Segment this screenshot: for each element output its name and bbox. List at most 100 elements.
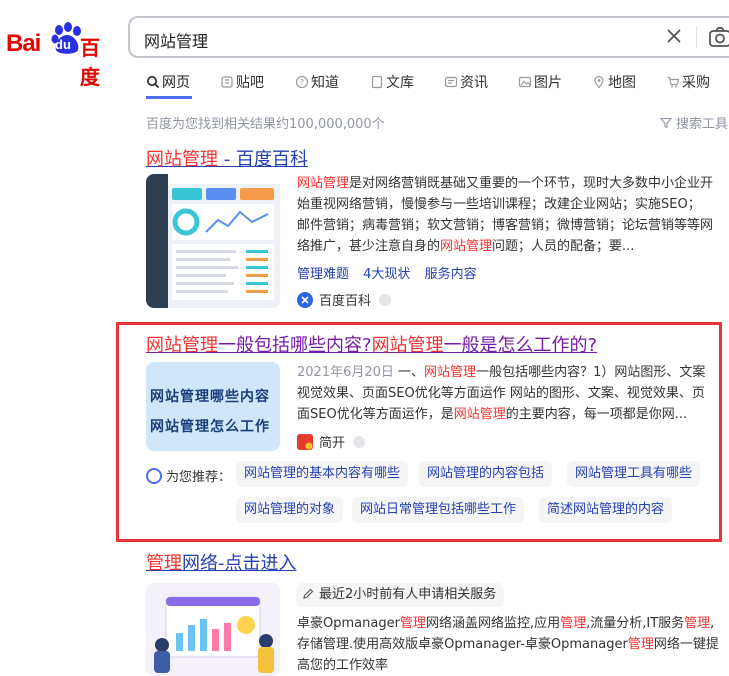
title-text: 一般包括哪些内容?: [218, 335, 372, 356]
abstract-text: 网络涵盖网络监控,应用: [425, 616, 561, 631]
text-highlight: 网站管理: [453, 407, 506, 422]
result-count: 百度为您找到相关结果约100,000,000个: [146, 117, 385, 132]
result-abstract: 网站管理是对网络营销既基础又重要的一个环节，现时大多数中小企业开 始重视网络营销…: [297, 173, 729, 257]
text-highlight: 网站管理: [424, 365, 477, 380]
source-name: 百度百科: [319, 294, 372, 309]
tab-label: 资讯: [460, 75, 488, 91]
abstract-text: 一般包括哪些内容？1）网站图形、文案: [476, 365, 706, 380]
title-text: 一般是怎么工作的?: [443, 335, 598, 356]
result-thumbnail[interactable]: 网站管理哪些内容 网站管理怎么工作: [146, 362, 280, 451]
svg-text:?: ?: [300, 78, 304, 87]
abstract-text: 邮件营销；病毒营销；软文营销；博客营销；微博营销；论坛营销等等网: [297, 218, 714, 233]
abstract-text: 网络一键提: [653, 637, 719, 652]
sublink[interactable]: 服务内容: [425, 267, 477, 282]
cart-icon: [667, 76, 680, 88]
abstract-line: 面SEO优化等方面运作，是网站管理的主要内容，每一项都是你网...: [297, 404, 729, 425]
recommend-chip[interactable]: 简述网站管理的内容: [539, 497, 673, 523]
recommend-chip[interactable]: 网站管理的基本内容有哪些: [236, 461, 409, 487]
result-title[interactable]: 网站管理一般包括哪些内容?网站管理一般是怎么工作的?: [146, 331, 597, 357]
recommend-chip[interactable]: 网站管理的对象: [236, 497, 344, 523]
title-highlight: 网站管理: [146, 335, 218, 356]
abstract-text: 一、: [393, 365, 425, 380]
title-text: 网络-点击进入: [182, 553, 297, 574]
abstract-line: 2021年6月20日 一、网站管理一般包括哪些内容？1）网站图形、文案: [297, 362, 729, 383]
tab-label: 文库: [386, 75, 414, 91]
abstract-text: 卓豪Opmanager: [297, 616, 400, 631]
result-sublinks: 管理难题 4大现状 服务内容: [297, 263, 487, 282]
abstract-line: 络推广，甚少注意自身的网站管理问题；人员的配备；要...: [297, 236, 729, 257]
result-title[interactable]: 网站管理 - 百度百科: [146, 145, 308, 171]
activity-tag: 最近2小时前有人申请相关服务: [296, 583, 505, 607]
tab-wenku[interactable]: 文库: [370, 72, 414, 92]
tab-label: 贴吧: [236, 75, 264, 91]
abstract-line: 网站管理是对网络营销既基础又重要的一个环节，现时大多数中小企业开: [297, 173, 729, 194]
abstract-text: 视觉效果、页面SEO优化等方面运作 网站的图形、文案、视觉效果、页: [297, 386, 705, 401]
tab-web[interactable]: 网页: [146, 72, 190, 92]
thumbnail-text: 网站管理怎么工作: [150, 419, 270, 435]
recommend-chip[interactable]: 网站日常管理包括哪些工作: [352, 497, 525, 523]
baidu-logo[interactable]: Bai du 百度: [6, 20, 114, 89]
logo-text-du: du: [55, 37, 71, 52]
result-thumbnail[interactable]: [146, 583, 280, 676]
result-source[interactable]: 百度百科: [297, 290, 392, 309]
tab-purchase[interactable]: 采购: [666, 72, 710, 92]
close-icon[interactable]: [664, 26, 684, 46]
abstract-line: 始重视网络营销，慢慢参与一些培训课程；改建企业网站；实施SEO；: [297, 194, 729, 215]
verified-shield-icon: [353, 435, 366, 448]
dashboard-screenshot-image: [146, 174, 280, 308]
site-icon: [297, 433, 313, 450]
result-thumbnail[interactable]: [146, 174, 280, 308]
text-highlight: 网站管理: [297, 176, 350, 191]
sublink[interactable]: 4大现状: [363, 267, 410, 282]
abstract-text: 问题；人员的配备；要...: [492, 239, 635, 254]
abstract-text: 存储管理.使用高效版卓豪Opmanager-卓豪Opmanager: [297, 637, 628, 652]
abstract-text: 高您的工作效率: [297, 658, 389, 673]
tab-label: 采购: [682, 75, 710, 91]
abstract-line: 卓豪Opmanager管理网络涵盖网络监控,应用管理,流量分析,IT服务管理,: [297, 613, 729, 634]
map-icon: [594, 75, 604, 89]
sublink[interactable]: 管理难题: [297, 267, 349, 282]
thumbnail-text: 网站管理哪些内容: [150, 389, 270, 405]
search-icon: [147, 76, 160, 89]
result-title[interactable]: 管理网络-点击进入: [146, 549, 297, 575]
verified-shield-icon: [379, 293, 392, 306]
baike-icon: [297, 291, 313, 308]
search-box[interactable]: 网站管理: [128, 16, 729, 58]
tab-maps[interactable]: 地图: [592, 72, 636, 92]
result-source[interactable]: 简开: [297, 432, 366, 451]
recommend-label: 为您推荐：: [146, 466, 231, 485]
camera-icon[interactable]: [708, 26, 729, 48]
edit-icon: [303, 588, 314, 599]
abstract-text: 始重视网络营销，慢慢参与一些培训课程；改建企业网站；实施SEO；: [297, 197, 701, 212]
recommend-chip[interactable]: 网站管理的内容包括: [419, 461, 553, 487]
abstract-text: ,流量分析,IT服务: [586, 616, 685, 631]
text-highlight: 网站管理: [440, 239, 493, 254]
search-input[interactable]: 网站管理: [144, 28, 208, 52]
tab-news[interactable]: 资讯: [444, 72, 488, 92]
title-highlight: 网站管理: [146, 149, 218, 170]
image-icon: [518, 76, 532, 88]
source-name: 简开: [319, 436, 346, 451]
text-highlight: 管理: [684, 616, 711, 631]
abstract-text: 的主要内容，每一项都是你网...: [505, 407, 688, 422]
abstract-line: 高您的工作效率: [297, 655, 729, 676]
title-text: - 百度百科: [218, 149, 308, 170]
abstract-line: 存储管理.使用高效版卓豪Opmanager-卓豪Opmanager管理网络一键提: [297, 634, 729, 655]
result-date: 2021年6月20日: [297, 365, 394, 380]
result-abstract: 2021年6月20日 一、网站管理一般包括哪些内容？1）网站图形、文案 视觉效果…: [297, 362, 729, 425]
recommend-label-text: 为您推荐：: [166, 470, 232, 485]
text-highlight: 管理: [627, 637, 654, 652]
tab-label: 网页: [162, 75, 190, 91]
search-tools-label: 搜索工具: [676, 117, 729, 132]
active-tab-indicator: [146, 96, 192, 99]
activity-tag-text: 最近2小时前有人申请相关服务: [319, 587, 497, 602]
recommend-chip[interactable]: 网站管理工具有哪些: [567, 461, 701, 487]
tab-images[interactable]: 图片: [518, 72, 562, 92]
tab-zhidao[interactable]: ? 知道: [295, 72, 339, 92]
tab-tieba[interactable]: 贴吧: [220, 72, 264, 92]
logo-text-baidu-cn: 百度: [80, 36, 100, 89]
logo-text-bai: Bai: [6, 30, 41, 57]
search-tools[interactable]: 搜索工具: [659, 113, 729, 132]
filter-icon: [659, 117, 673, 129]
tab-label: 图片: [534, 75, 562, 91]
